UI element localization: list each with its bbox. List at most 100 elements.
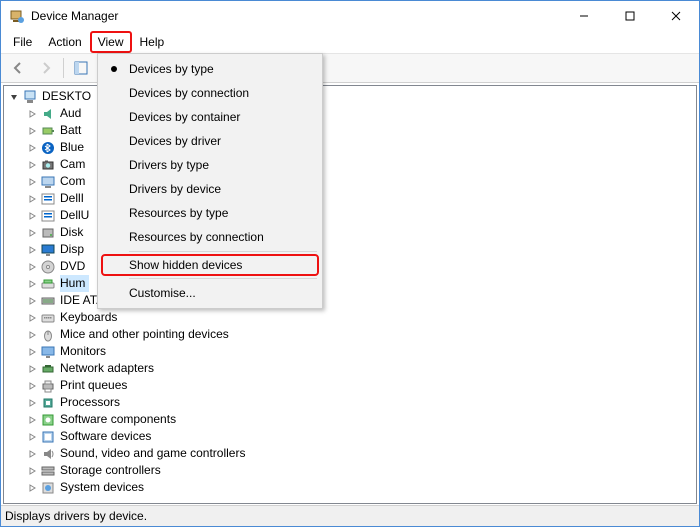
tree-item[interactable]: Sound, video and game controllers	[4, 445, 696, 462]
menu-view-option[interactable]: Devices by container	[101, 105, 319, 129]
tree-item[interactable]: Mice and other pointing devices	[4, 326, 696, 343]
status-bar: Displays drivers by device.	[1, 505, 699, 526]
disk-icon	[40, 225, 56, 241]
expand-icon[interactable]	[24, 245, 40, 255]
battery-icon	[40, 123, 56, 139]
expand-icon[interactable]	[24, 160, 40, 170]
menu-action[interactable]: Action	[40, 31, 89, 53]
expand-icon[interactable]	[24, 449, 40, 459]
menu-help[interactable]: Help	[132, 31, 173, 53]
tree-item-label: Print queues	[60, 377, 131, 394]
menu-view-option[interactable]: Devices by connection	[101, 81, 319, 105]
tree-item-label: Disk	[60, 224, 87, 241]
menu-view-option[interactable]: Drivers by device	[101, 177, 319, 201]
toolbar-separator	[63, 58, 64, 78]
back-button[interactable]	[5, 55, 31, 81]
audio-icon	[40, 106, 56, 122]
expand-icon[interactable]	[24, 330, 40, 340]
mouse-icon	[40, 327, 56, 343]
dvd-icon	[40, 259, 56, 275]
expand-icon[interactable]	[24, 347, 40, 357]
view-menu-dropdown: Devices by type Devices by connection Devi…	[97, 53, 323, 309]
minimize-button[interactable]	[561, 1, 607, 31]
expand-icon[interactable]	[24, 279, 40, 289]
tree-item[interactable]: Print queues	[4, 377, 696, 394]
tree-item-label: Cam	[60, 156, 89, 173]
tree-item[interactable]: Network adapters	[4, 360, 696, 377]
tree-item-label: Com	[60, 173, 89, 190]
tree-item-label: Disp	[60, 241, 88, 258]
keyboard-icon	[40, 310, 56, 326]
menu-view-option[interactable]: Resources by connection	[101, 225, 319, 249]
tree-item[interactable]: Software components	[4, 411, 696, 428]
expand-icon[interactable]	[24, 262, 40, 272]
menu-file[interactable]: File	[5, 31, 40, 53]
status-text: Displays drivers by device.	[5, 509, 147, 523]
expand-icon[interactable]	[24, 194, 40, 204]
dell-icon	[40, 191, 56, 207]
menu-item-label: Devices by driver	[129, 134, 221, 148]
expand-icon[interactable]	[24, 398, 40, 408]
tree-item[interactable]: Software devices	[4, 428, 696, 445]
window-title: Device Manager	[31, 9, 118, 23]
show-hide-tree-button[interactable]	[68, 55, 94, 81]
expand-icon[interactable]	[24, 143, 40, 153]
expand-icon[interactable]	[24, 177, 40, 187]
display-icon	[40, 242, 56, 258]
menu-item-label: Resources by connection	[129, 230, 264, 244]
hid-icon	[40, 276, 56, 292]
tree-item[interactable]: Storage controllers	[4, 462, 696, 479]
menu-item-label: Devices by type	[129, 62, 214, 76]
expand-icon[interactable]	[24, 415, 40, 425]
menu-view-option[interactable]: Drivers by type	[101, 153, 319, 177]
bullet-icon	[111, 66, 117, 72]
tree-item[interactable]: Keyboards	[4, 309, 696, 326]
tree-item[interactable]: System devices	[4, 479, 696, 496]
menu-view-option[interactable]: Resources by type	[101, 201, 319, 225]
bluetooth-icon	[40, 140, 56, 156]
camera-icon	[40, 157, 56, 173]
maximize-button[interactable]	[607, 1, 653, 31]
menubar: File Action View Help	[1, 31, 699, 53]
menu-view-option[interactable]: Devices by driver	[101, 129, 319, 153]
titlebar: Device Manager	[1, 1, 699, 31]
cpu-icon	[40, 395, 56, 411]
collapse-icon[interactable]	[6, 92, 22, 102]
expand-icon[interactable]	[24, 228, 40, 238]
tree-root-label: DESKTO	[42, 88, 95, 105]
tree-item-label: Processors	[60, 394, 124, 411]
menu-customise[interactable]: Customise...	[101, 281, 319, 305]
tree-item-label: Storage controllers	[60, 462, 165, 479]
expand-icon[interactable]	[24, 109, 40, 119]
expand-icon[interactable]	[24, 211, 40, 221]
tree-item[interactable]: Processors	[4, 394, 696, 411]
expand-icon[interactable]	[24, 466, 40, 476]
menu-item-label: Devices by connection	[129, 86, 249, 100]
sound-icon	[40, 446, 56, 462]
menu-show-hidden-devices[interactable]: Show hidden devices	[101, 254, 319, 276]
dell-icon	[40, 208, 56, 224]
expand-icon[interactable]	[24, 381, 40, 391]
menu-view[interactable]: View	[90, 31, 132, 53]
menu-item-label: Drivers by device	[129, 182, 221, 196]
expand-icon[interactable]	[24, 313, 40, 323]
tree-item-label: System devices	[60, 479, 148, 496]
forward-button[interactable]	[33, 55, 59, 81]
expand-icon[interactable]	[24, 126, 40, 136]
monitor-icon	[40, 344, 56, 360]
menu-view-option[interactable]: Devices by type	[101, 57, 319, 81]
tree-item[interactable]: Monitors	[4, 343, 696, 360]
expand-icon[interactable]	[24, 364, 40, 374]
tree-item-label: DellU	[60, 207, 93, 224]
device-manager-window: Device Manager File Action View Help DES…	[0, 0, 700, 527]
computer-icon	[22, 89, 38, 105]
expand-icon[interactable]	[24, 432, 40, 442]
expand-icon[interactable]	[24, 296, 40, 306]
tree-item-label: Network adapters	[60, 360, 158, 377]
tree-item-label: DellI	[60, 190, 88, 207]
close-button[interactable]	[653, 1, 699, 31]
swc-icon	[40, 412, 56, 428]
tree-item-label: DVD	[60, 258, 89, 275]
app-icon	[9, 8, 25, 24]
expand-icon[interactable]	[24, 483, 40, 493]
